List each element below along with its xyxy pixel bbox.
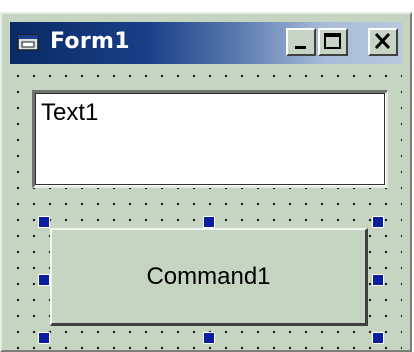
selection-handle-top-right[interactable]	[372, 216, 384, 228]
close-button[interactable]	[368, 28, 398, 56]
minimize-icon	[295, 46, 306, 49]
selection-handle-bottom-right[interactable]	[372, 332, 384, 344]
selection-handle-top-left[interactable]	[38, 216, 50, 228]
form-designer-window: Form1 Text1 Command1	[0, 12, 412, 352]
form-client-area[interactable]: Text1 Command1	[10, 66, 402, 350]
maximize-icon	[324, 33, 341, 49]
title-bar[interactable]: Form1	[10, 22, 402, 64]
close-icon	[374, 32, 391, 50]
form-icon	[16, 32, 42, 54]
text1-textbox[interactable]: Text1	[32, 90, 388, 188]
minimize-button[interactable]	[286, 28, 316, 56]
command1-button[interactable]: Command1	[50, 228, 368, 326]
window-title: Form1	[50, 29, 130, 54]
selection-handle-middle-left[interactable]	[38, 274, 50, 286]
selection-handle-top-center[interactable]	[203, 216, 215, 228]
maximize-button[interactable]	[318, 28, 348, 56]
selection-handle-middle-right[interactable]	[372, 274, 384, 286]
selection-handle-bottom-center[interactable]	[203, 332, 215, 344]
selection-handle-bottom-left[interactable]	[38, 332, 50, 344]
